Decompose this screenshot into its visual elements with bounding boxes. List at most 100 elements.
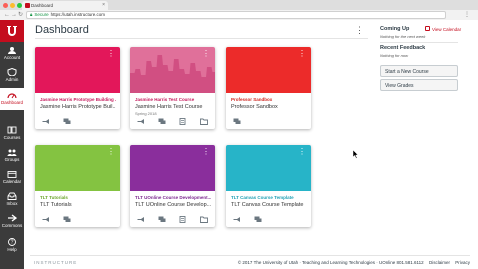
course-name: Professor Sandbox [231, 104, 278, 110]
nav-item-label: Groups [4, 157, 20, 162]
course-card[interactable]: ⋮ TLT UOnline Course Development... TLT UO… [130, 145, 215, 227]
announcements-icon[interactable] [42, 216, 50, 223]
course-short-name[interactable]: TLT Canvas Course Template [231, 195, 307, 200]
course-card-actions [226, 118, 311, 128]
close-window-icon[interactable] [3, 3, 8, 8]
groups-icon [7, 149, 17, 156]
footer-copyright: © 2017 The University of Utah · Teaching… [237, 260, 424, 265]
nav-item-label: Commons [1, 223, 23, 228]
course-card-actions [130, 118, 215, 128]
header-divider [35, 38, 368, 39]
course-name: Jasmine Harris Prototype Buil... [40, 104, 116, 110]
discussions-icon[interactable] [254, 216, 262, 223]
recent-feedback-empty: Nothing for now [380, 53, 409, 58]
card-options-icon[interactable]: ⋮ [298, 147, 306, 156]
files-icon[interactable] [200, 118, 208, 125]
browser-chrome: Dashboard × ← → ↻ 🔒︎ Secure https://utah.i… [0, 0, 478, 20]
card-options-icon[interactable]: ⋮ [202, 49, 210, 58]
files-icon[interactable] [200, 216, 208, 223]
announcements-icon[interactable] [233, 216, 241, 223]
commons-icon [8, 214, 17, 222]
course-card[interactable]: ⋮ Jasmine Harris Prototype Building ... Ja… [35, 47, 120, 129]
dashboard-icon [7, 93, 17, 99]
nav-item-dashboard[interactable]: Dashboard [0, 88, 24, 110]
browser-tab[interactable]: Dashboard × [22, 1, 108, 10]
dashboard-options-icon[interactable]: ⋮ [355, 25, 364, 36]
forward-icon[interactable]: → [11, 11, 17, 19]
nav-item-commons[interactable]: Commons [0, 211, 24, 233]
page-title: Dashboard [35, 24, 89, 36]
nav-item-inbox[interactable]: Inbox [0, 189, 24, 211]
minimize-window-icon[interactable] [10, 3, 15, 8]
calendar-icon [7, 171, 17, 178]
card-options-icon[interactable]: ⋮ [202, 147, 210, 156]
course-name: TLT Canvas Course Template [231, 202, 304, 208]
course-card-actions [35, 118, 120, 128]
course-card[interactable]: ⋮ TLT Canvas Course Template TLT Canvas Co… [226, 145, 311, 227]
secure-label: Secure [34, 12, 49, 17]
card-options-icon[interactable]: ⋮ [107, 147, 115, 156]
block-u-icon [7, 26, 17, 36]
course-card[interactable]: ⋮ TLT Tutorials TLT Tutorials [35, 145, 120, 227]
course-short-name[interactable]: Jasmine Harris Test Course [135, 97, 211, 102]
address-bar[interactable]: 🔒︎ Secure https://utah.instructure.com [26, 11, 446, 19]
nav-item-groups[interactable]: Groups [0, 145, 24, 167]
inbox-icon [7, 192, 17, 200]
course-card-actions [226, 216, 311, 226]
course-short-name[interactable]: TLT Tutorials [40, 195, 116, 200]
university-logo[interactable] [0, 20, 24, 42]
discussions-icon[interactable] [63, 118, 71, 125]
disclaimer-link[interactable]: Disclaimer [429, 260, 450, 265]
assignments-icon[interactable] [179, 216, 187, 223]
instructure-logo: INSTRUCTURE [34, 260, 78, 265]
nav-item-label: Courses [3, 135, 21, 140]
footer-links: © 2017 The University of Utah · Teaching… [234, 260, 470, 265]
course-term: Spring 2018 [135, 111, 157, 116]
discussions-icon[interactable] [233, 118, 241, 125]
browser-toolbar: ← → ↻ 🔒︎ Secure https://utah.instructure.c… [0, 10, 478, 20]
nav-item-courses[interactable]: Courses [0, 123, 24, 145]
assignments-icon[interactable] [179, 118, 187, 125]
course-name: TLT Tutorials [40, 202, 72, 208]
course-card[interactable]: ⋮ Professor Sandbox Professor Sandbox [226, 47, 311, 129]
nav-item-account[interactable]: Account [0, 43, 24, 65]
course-short-name[interactable]: TLT UOnline Course Development... [135, 195, 211, 200]
card-options-icon[interactable]: ⋮ [298, 49, 306, 58]
close-tab-icon[interactable]: × [102, 2, 105, 8]
nav-item-calendar[interactable]: Calendar [0, 167, 24, 189]
nav-item-admin[interactable]: Admin [0, 65, 24, 87]
privacy-link[interactable]: Privacy [455, 260, 470, 265]
view-grades-button[interactable]: View Grades [380, 79, 458, 91]
view-calendar-link[interactable]: View Calendar [432, 27, 461, 32]
browser-menu-icon[interactable]: ⋮ [464, 11, 470, 19]
nav-item-label: Dashboard [0, 100, 23, 105]
recent-feedback-heading: Recent Feedback [380, 45, 426, 51]
back-icon[interactable]: ← [4, 11, 10, 19]
course-card[interactable]: ⋮ Jasmine Harris Test Course Jasmine Harri… [130, 47, 215, 129]
coming-up-empty: Nothing for the next week [380, 34, 426, 39]
lock-icon: 🔒︎ [30, 12, 33, 17]
discussions-icon[interactable] [158, 216, 166, 223]
discussions-icon[interactable] [63, 216, 71, 223]
reload-icon[interactable]: ↻ [18, 11, 23, 19]
announcements-icon[interactable] [42, 118, 50, 125]
start-new-course-button[interactable]: Start a New Course [380, 65, 458, 77]
coming-up-heading: Coming Up [380, 26, 410, 32]
sidebar-divider [380, 42, 458, 43]
announcements-icon[interactable] [137, 118, 145, 125]
nav-item-label: Inbox [6, 201, 18, 206]
account-icon [8, 47, 16, 54]
help-icon: ? [8, 238, 16, 246]
global-navigation: Account Admin Dashboard Courses Groups Calend… [0, 20, 24, 269]
course-card-actions [35, 216, 120, 226]
calendar-icon[interactable] [425, 26, 430, 31]
admin-icon [7, 68, 17, 76]
course-short-name[interactable]: Jasmine Harris Prototype Building ... [40, 97, 116, 102]
tab-title: Dashboard [31, 3, 54, 8]
nav-item-help[interactable]: ? Help [0, 235, 24, 257]
announcements-icon[interactable] [137, 216, 145, 223]
card-options-icon[interactable]: ⋮ [107, 49, 115, 58]
course-short-name[interactable]: Professor Sandbox [231, 97, 307, 102]
course-card-actions [130, 216, 215, 226]
discussions-icon[interactable] [158, 118, 166, 125]
